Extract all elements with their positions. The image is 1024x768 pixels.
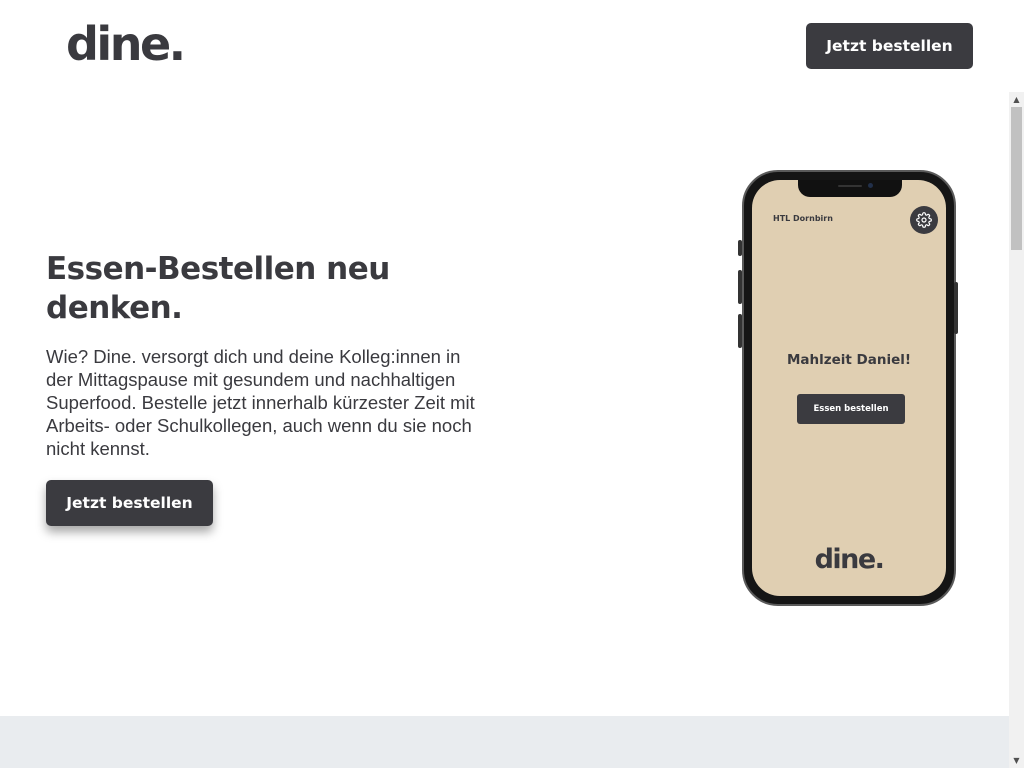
settings-button[interactable] [910, 206, 938, 234]
page-scrollbar[interactable]: ▲ ▼ [1009, 92, 1024, 768]
phone-greeting: Mahlzeit Daniel! [786, 352, 912, 368]
scroll-up-icon[interactable]: ▲ [1009, 92, 1024, 107]
phone-logo: dine. [814, 544, 885, 575]
phone-location-label: HTL Dornbirn [773, 214, 833, 223]
camera-icon [868, 183, 873, 188]
phone-screen: HTL Dornbirn Mahlzeit Daniel! Essen best… [752, 180, 946, 596]
hero-order-button[interactable]: Jetzt bestellen [46, 480, 213, 526]
gear-icon [916, 212, 932, 228]
phone-mute-switch [738, 240, 742, 256]
phone-notch [798, 180, 902, 197]
hero-description: Wie? Dine. versorgt dich und deine Kolle… [46, 346, 475, 459]
scroll-down-icon[interactable]: ▼ [1009, 753, 1024, 768]
phone-volume-down [738, 314, 742, 348]
header-order-button[interactable]: Jetzt bestellen [806, 23, 973, 69]
phone-order-button: Essen bestellen [797, 394, 905, 424]
hero-title: Essen-Bestellen neu denken. [46, 251, 390, 326]
logo[interactable]: dine. [66, 14, 186, 74]
site-header: dine. Jetzt bestellen [0, 0, 1024, 92]
speaker-icon [838, 185, 862, 187]
phone-volume-up [738, 270, 742, 304]
phone-power-button [954, 282, 958, 334]
scroll-thumb[interactable] [1011, 107, 1022, 250]
main-content: Essen-Bestellen neu denken. Wie? Dine. v… [0, 92, 1009, 768]
phone-mockup: HTL Dornbirn Mahlzeit Daniel! Essen best… [738, 170, 958, 606]
next-section [0, 716, 1009, 768]
